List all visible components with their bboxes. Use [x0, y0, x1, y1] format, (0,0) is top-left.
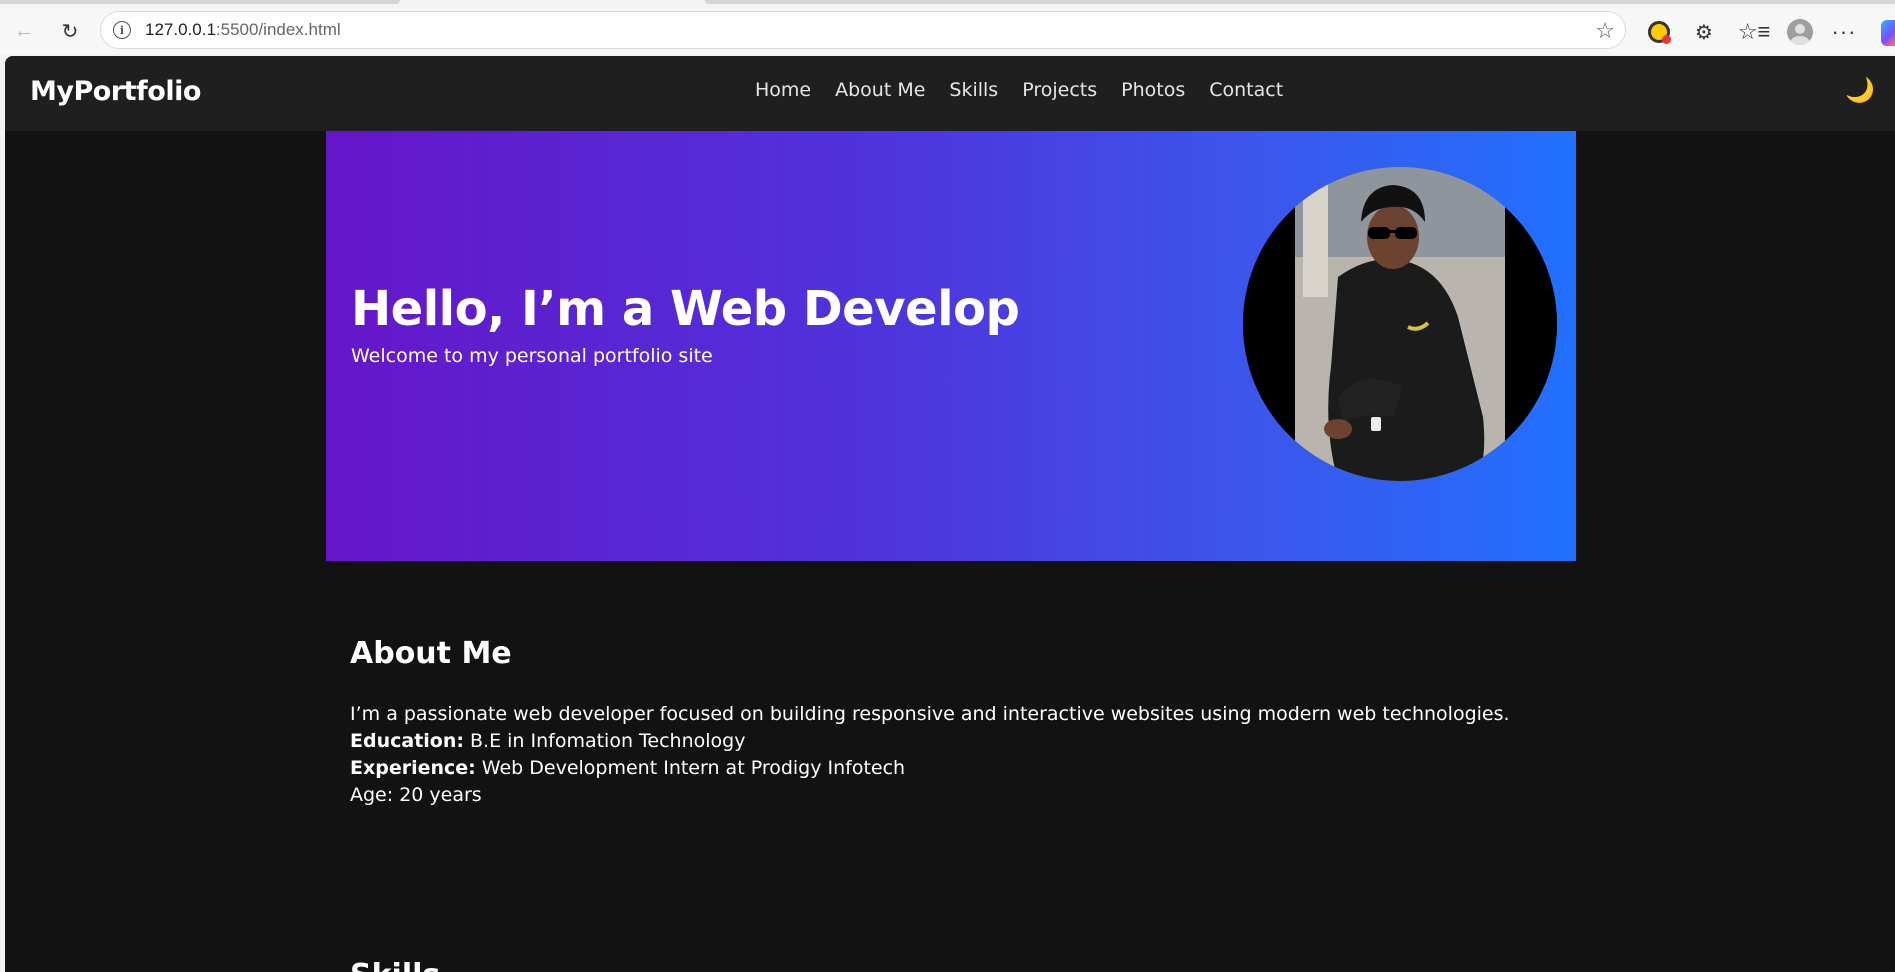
nav-link-contact[interactable]: Contact	[1209, 79, 1283, 101]
profile-photo	[1243, 167, 1557, 481]
about-age: Age: 20 years	[350, 784, 482, 806]
browser-tab-strip	[0, 0, 1895, 8]
more-icon[interactable]: ···	[1830, 18, 1858, 46]
page-viewport: MyPortfolio Home About Me Skills Project…	[5, 56, 1895, 972]
nav-link-about[interactable]: About Me	[835, 79, 925, 101]
hero-section: Hello, I’m a Web Develop Welcome to my p…	[326, 131, 1576, 561]
puzzle-icon[interactable]: ⚙	[1690, 18, 1718, 46]
nav-link-photos[interactable]: Photos	[1121, 79, 1185, 101]
about-education: Education: B.E in Infomation Technology	[350, 730, 746, 752]
address-bar[interactable]: i 127.0.0.1:5500/index.html ☆	[100, 11, 1626, 49]
about-experience: Experience: Web Development Intern at Pr…	[350, 757, 906, 779]
nav-link-skills[interactable]: Skills	[949, 79, 998, 101]
browser-tab[interactable]	[705, 0, 1895, 4]
nav-link-home[interactable]: Home	[755, 79, 811, 101]
hero-subtitle: Welcome to my personal portfolio site	[351, 345, 713, 367]
reload-icon[interactable]: ↻	[54, 16, 86, 46]
site-info-icon[interactable]: i	[113, 21, 131, 39]
brand-logo[interactable]: MyPortfolio	[30, 76, 201, 107]
nav-links: Home About Me Skills Projects Photos Con…	[755, 79, 1307, 101]
star-icon[interactable]: ☆	[1595, 18, 1615, 44]
address-url[interactable]: 127.0.0.1:5500/index.html	[145, 20, 341, 40]
about-intro: I’m a passionate web developer focused o…	[350, 703, 1510, 725]
hero-title: Hello, I’m a Web Develop	[351, 281, 1020, 337]
favorites-icon[interactable]: ☆≡	[1738, 18, 1771, 46]
back-icon[interactable]: ←	[8, 16, 40, 46]
extension-badge-icon[interactable]	[1645, 18, 1673, 46]
skills-heading: Skills	[350, 958, 440, 972]
browser-tab[interactable]	[0, 0, 400, 4]
copilot-icon[interactable]	[1881, 20, 1895, 46]
browser-toolbar: ← ↻ i 127.0.0.1:5500/index.html ☆ ⚙ ☆≡ ·…	[0, 8, 1895, 54]
about-heading: About Me	[350, 636, 512, 671]
nav-link-projects[interactable]: Projects	[1022, 79, 1097, 101]
profile-icon[interactable]	[1786, 18, 1814, 46]
moon-icon[interactable]: 🌙	[1845, 76, 1875, 105]
site-navbar: MyPortfolio Home About Me Skills Project…	[5, 56, 1895, 131]
about-section: About Me I’m a passionate web developer …	[350, 636, 1510, 809]
